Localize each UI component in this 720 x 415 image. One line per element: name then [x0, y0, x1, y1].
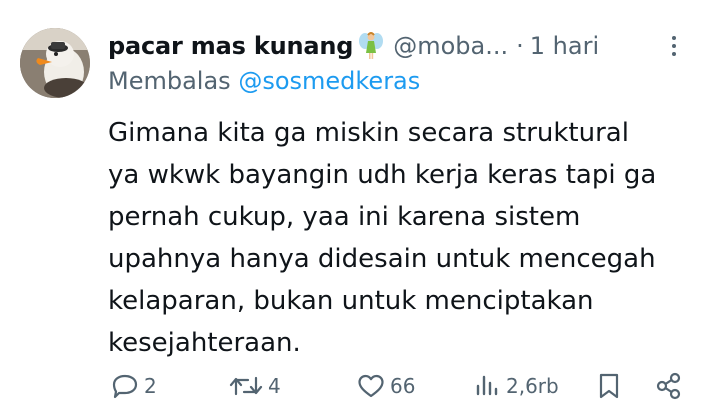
views-count: 2,6rb	[506, 374, 559, 398]
action-bar: 2 4 66 2,6rb	[108, 366, 700, 406]
replying-mention-link[interactable]: @sosmedkeras	[238, 67, 420, 95]
tweet-card[interactable]: pacar mas kunang @moba... · 1 hari Memba…	[0, 0, 720, 415]
tweet-header: pacar mas kunang @moba... · 1 hari	[108, 28, 698, 64]
replying-prefix: Membalas	[108, 67, 231, 95]
repost-icon	[228, 372, 264, 400]
bookmark-icon	[596, 371, 622, 401]
avatar-duck-image	[20, 28, 90, 98]
timestamp[interactable]: 1 hari	[530, 32, 599, 60]
reply-count: 2	[144, 374, 157, 398]
tweet-text-line: pernah cukup, yaa ini karena sistem	[108, 202, 581, 232]
like-button[interactable]: 66	[356, 366, 415, 406]
tweet-text-line: upahnya hanya didesain untuk mencegah	[108, 244, 656, 274]
bookmark-button[interactable]	[596, 366, 622, 406]
views-button[interactable]: 2,6rb	[472, 366, 559, 406]
fairy-emoji-icon	[359, 31, 384, 61]
user-handle[interactable]: @moba...	[393, 32, 508, 60]
tweet-text-line: kesejahteraan.	[108, 328, 301, 358]
tweet-text-line: kelaparan, bukan untuk menciptakan	[108, 286, 594, 316]
repost-button[interactable]: 4	[228, 366, 281, 406]
share-icon	[654, 371, 684, 401]
separator-dot: ·	[516, 32, 524, 60]
views-chart-icon	[472, 372, 502, 400]
replying-to: Membalas @sosmedkeras	[108, 67, 420, 95]
like-count: 66	[390, 374, 416, 398]
reply-button[interactable]: 2	[110, 366, 157, 406]
display-name[interactable]: pacar mas kunang	[108, 32, 353, 60]
share-button[interactable]	[654, 366, 684, 406]
tweet-text: Gimana kita ga miskin secara struktural …	[108, 112, 708, 364]
more-options-icon[interactable]	[670, 32, 678, 60]
heart-icon	[356, 372, 386, 400]
repost-count: 4	[268, 374, 281, 398]
avatar[interactable]	[20, 28, 90, 98]
tweet-text-line: ya wkwk bayangin udh kerja keras tapi ga	[108, 160, 657, 190]
reply-icon	[110, 372, 140, 400]
tweet-text-line: Gimana kita ga miskin secara struktural	[108, 118, 629, 148]
